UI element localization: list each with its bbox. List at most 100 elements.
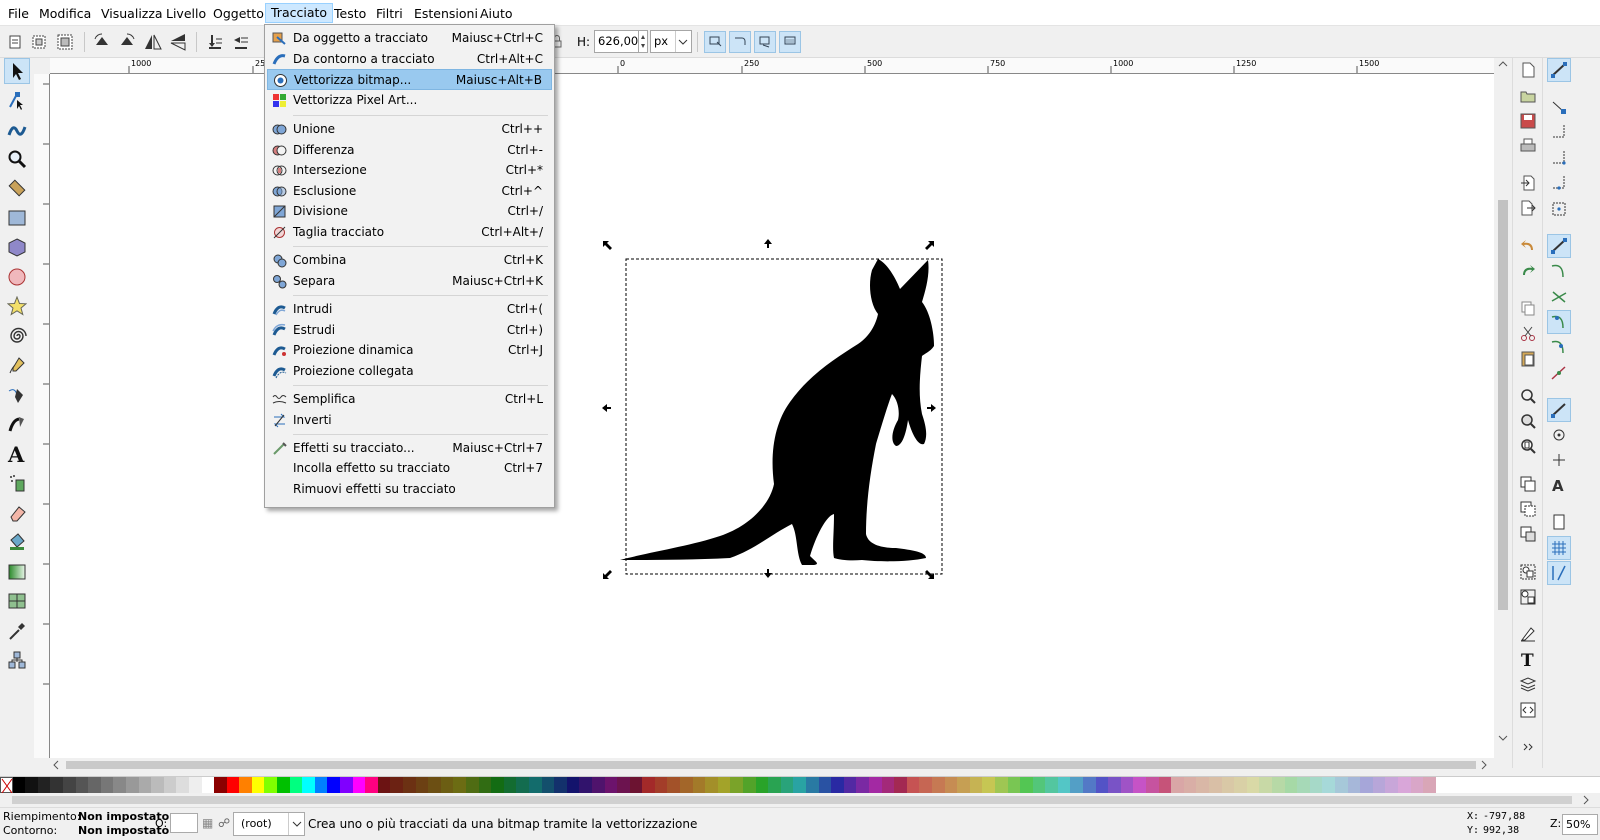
color-swatch[interactable] [113,777,126,793]
color-swatch[interactable] [1309,777,1323,793]
group-icon[interactable] [1517,561,1539,583]
selector-tool-icon[interactable] [4,58,30,84]
mesh-tool-icon[interactable] [4,588,30,614]
color-swatch[interactable] [163,777,177,793]
color-swatch[interactable] [755,777,769,793]
save-icon[interactable] [1517,110,1539,132]
snap-guide-icon[interactable] [1547,561,1571,585]
node-tool-icon[interactable] [4,87,30,113]
color-swatch[interactable] [1196,777,1209,793]
color-swatch[interactable] [554,777,567,793]
color-swatch[interactable] [403,777,416,793]
color-swatch[interactable] [314,777,328,793]
color-swatch[interactable] [566,777,580,793]
snap-enable-icon[interactable] [1547,58,1571,82]
color-swatch[interactable] [843,777,857,793]
color-swatch[interactable] [428,777,441,793]
color-swatch[interactable] [705,777,718,793]
color-swatch[interactable] [894,777,907,793]
menu-item-simplify[interactable]: Semplifica Ctrl+L [267,389,552,410]
color-swatch[interactable] [743,777,756,793]
menu-item-cut-path[interactable]: Taglia tracciato Ctrl+Alt+/ [267,222,552,243]
tweak-tool-icon[interactable] [4,116,30,142]
color-swatch[interactable] [1360,777,1373,793]
dropper-tool-icon[interactable] [4,618,30,644]
color-swatch[interactable] [125,777,139,793]
vertical-ruler[interactable] [34,74,50,758]
color-swatch[interactable] [1397,777,1411,793]
import-icon[interactable] [1517,172,1539,194]
color-swatch[interactable] [226,777,240,793]
star-tool-icon[interactable] [4,293,30,319]
color-swatch[interactable] [138,777,152,793]
color-swatch[interactable] [302,777,315,793]
menu-item-exclusion[interactable]: Esclusione Ctrl+^ [267,181,552,202]
lower-icon[interactable] [230,31,252,53]
color-swatch[interactable] [969,777,983,793]
menu-testo[interactable]: Testo [329,5,371,22]
snap-smooth-icon[interactable] [1547,335,1571,359]
color-swatch[interactable] [50,777,63,793]
color-swatch[interactable] [62,777,76,793]
color-swatch[interactable] [1158,777,1172,793]
menu-item-combine[interactable]: Combina Ctrl+K [267,250,552,271]
connector-tool-icon[interactable] [4,647,30,673]
flip-horizontal-icon[interactable] [142,31,164,53]
menu-filtri[interactable]: Filtri [371,5,408,22]
menu-item-outset[interactable]: Estrudi Ctrl+) [267,320,552,341]
color-swatch[interactable] [528,777,542,793]
menu-file[interactable]: File [3,5,34,22]
snap-bbox-midpoint-icon[interactable] [1547,171,1571,195]
color-swatch[interactable] [151,777,164,793]
menu-aiuto[interactable]: Aiuto [475,5,518,22]
color-swatch[interactable] [239,777,252,793]
color-swatch[interactable] [818,777,832,793]
color-swatch[interactable] [868,777,882,793]
color-swatch[interactable] [1209,777,1222,793]
rotate-ccw-icon[interactable] [91,31,113,53]
color-swatch[interactable] [730,777,744,793]
vertical-scrollbar[interactable] [1494,58,1512,768]
color-swatch[interactable] [919,777,932,793]
color-swatch[interactable] [1032,777,1046,793]
menu-item-remove-path-effect[interactable]: Rimuovi effetti su tracciato [267,479,552,500]
color-swatch[interactable] [906,777,920,793]
lower-to-bottom-icon[interactable] [204,31,226,53]
no-paint-swatch[interactable] [0,777,13,793]
color-swatch[interactable] [1007,777,1021,793]
color-swatch[interactable] [831,777,844,793]
color-swatch[interactable] [780,777,794,793]
menu-item-object-to-path[interactable]: Da oggetto a tracciato Maiusc+Ctrl+C [267,28,552,49]
box3d-tool-icon[interactable] [4,234,30,260]
menu-item-trace-bitmap[interactable]: Vettorizza bitmap... Maiusc+Alt+B [267,69,552,90]
zoom-drawing-icon[interactable] [1517,410,1539,432]
palette-scrollbar[interactable] [0,793,1600,807]
color-swatch[interactable] [856,777,869,793]
color-swatch[interactable] [1271,777,1285,793]
menu-modifica[interactable]: Modifica [34,5,96,22]
color-swatch[interactable] [1183,777,1197,793]
menu-item-reverse[interactable]: Inverti [267,410,552,431]
color-swatch[interactable] [453,777,466,793]
color-swatch[interactable] [503,777,517,793]
unit-select[interactable]: px [650,30,692,53]
kangaroo-silhouette[interactable] [620,259,934,565]
color-swatch[interactable] [931,777,945,793]
color-swatch[interactable] [415,777,429,793]
zoom-input[interactable]: 50% [1562,814,1598,835]
color-swatch[interactable] [1045,777,1058,793]
color-swatch[interactable] [1171,777,1184,793]
menu-tracciato[interactable]: Tracciato [265,3,334,23]
color-swatch[interactable] [478,777,492,793]
color-swatch[interactable] [591,777,605,793]
opacity-spinner[interactable] [170,813,198,833]
xml-editor-icon[interactable] [1517,699,1539,721]
color-swatch[interactable] [793,777,806,793]
eraser-tool-icon[interactable] [4,500,30,526]
color-swatch[interactable] [1423,777,1436,793]
layer-select[interactable]: (root) [233,812,305,836]
color-swatch[interactable] [88,777,101,793]
zoom-tool-icon[interactable] [4,146,30,172]
menu-item-inset[interactable]: Intrudi Ctrl+( [267,299,552,320]
scale-stroke-icon[interactable] [704,31,726,53]
